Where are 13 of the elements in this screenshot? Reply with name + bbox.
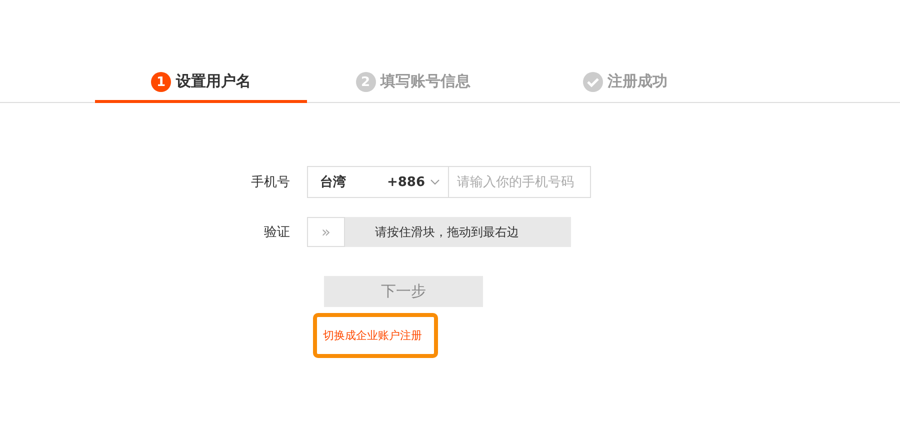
country-select[interactable]: 台湾 +886 [307,166,449,198]
slider-hint: 请按住滑块，拖动到最右边 [375,224,519,240]
field-label: 验证 [263,224,291,241]
check-icon [582,72,602,92]
slider-handle[interactable]: » [307,217,345,247]
chevron-icon [430,179,440,185]
step-number: 1 [151,72,171,92]
phone-input[interactable]: 请输入你的手机号码 [449,166,591,198]
step-label: 填写账号信息 [380,72,470,91]
step-label: 设置用户名 [176,72,251,91]
step-label: 注册成功 [608,72,668,91]
enterprise-link[interactable]: 切换成企业账户注册 [323,328,422,343]
field-label: 手机号 [250,174,291,191]
